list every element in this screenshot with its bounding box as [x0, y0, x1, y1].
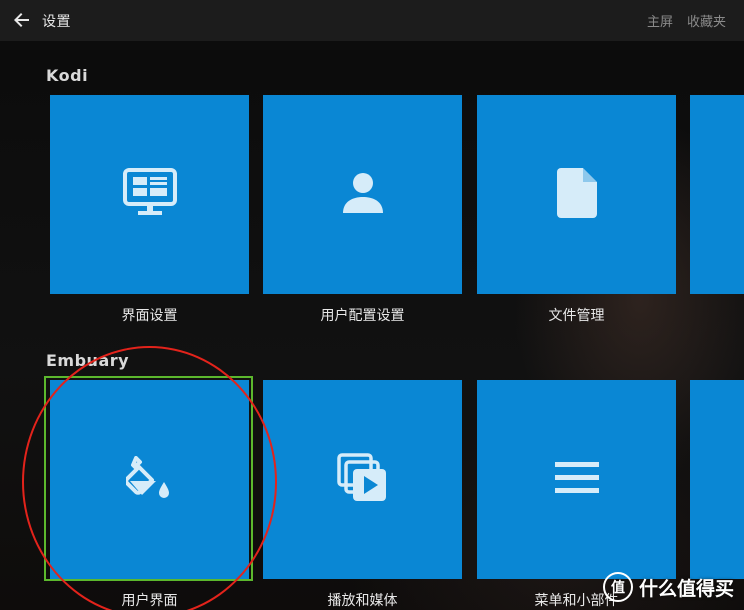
tile-label: 文件管理: [548, 308, 605, 324]
focus-frame: [44, 376, 253, 581]
tile-playback-media[interactable]: [263, 380, 462, 579]
back-arrow-icon[interactable]: [14, 12, 30, 28]
page-title: 设置: [42, 14, 71, 30]
media-play-icon: [336, 452, 389, 507]
tile-profile-settings[interactable]: [263, 95, 462, 294]
section-title-kodi: Kodi: [46, 66, 89, 85]
watermark: 值 什么值得买: [602, 572, 734, 602]
watermark-text: 什么值得买: [638, 577, 734, 600]
menu-icon: [554, 461, 599, 498]
top-nav: 主屏 收藏夹: [647, 11, 726, 30]
monitor-icon: [122, 167, 177, 222]
tile-label: 用户配置设置: [320, 308, 405, 324]
tile-label: 界面设置: [121, 308, 178, 324]
tile-label: 播放和媒体: [327, 593, 398, 609]
top-bar: 设置 主屏 收藏夹: [0, 0, 744, 41]
tile-menus-widgets[interactable]: [477, 380, 676, 579]
watermark-logo-icon: 值: [602, 572, 633, 602]
section-title-embuary: Embuary: [46, 351, 130, 370]
file-icon: [556, 167, 597, 222]
tile-interface-settings[interactable]: [50, 95, 249, 294]
user-icon: [341, 171, 385, 219]
tile-label: 用户界面: [121, 593, 178, 609]
tile-file-manager[interactable]: [477, 95, 676, 294]
nav-favourites[interactable]: 收藏夹: [687, 11, 726, 30]
nav-home[interactable]: 主屏: [647, 11, 673, 30]
tile-partial[interactable]: [690, 95, 744, 294]
settings-screen: 设置 主屏 收藏夹 Kodi 界面设置 用户配置设置 文件管理 Embuary …: [0, 0, 744, 610]
tile-partial[interactable]: [690, 380, 744, 579]
